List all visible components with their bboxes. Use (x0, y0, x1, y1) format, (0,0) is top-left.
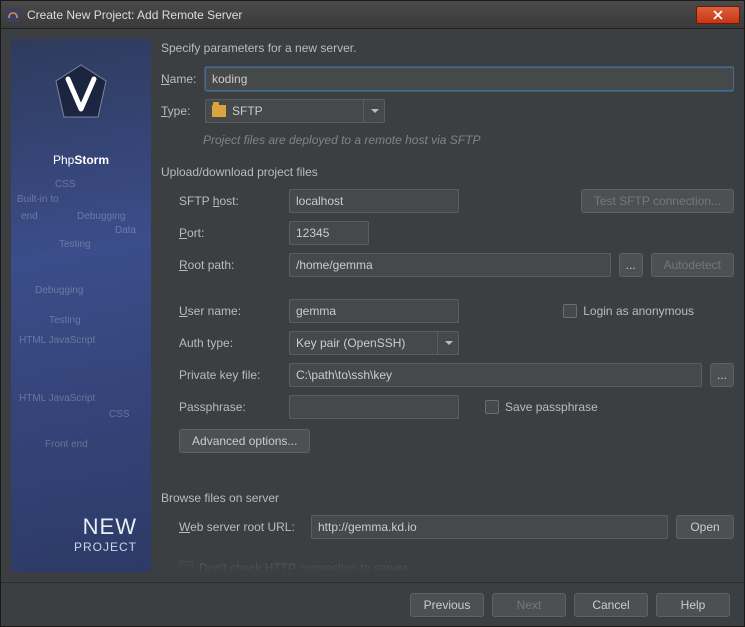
type-hint: Project files are deployed to a remote h… (203, 133, 734, 147)
save-passphrase-checkbox[interactable] (485, 400, 499, 414)
private-key-input[interactable] (289, 363, 702, 387)
chevron-down-icon[interactable] (437, 331, 459, 355)
anonymous-label: Login as anonymous (583, 304, 694, 318)
banner-tag: end (21, 211, 38, 222)
banner-tag: Front end (45, 439, 88, 450)
next-button[interactable]: Next (492, 593, 566, 617)
root-path-label: Root path: (179, 258, 289, 272)
sidebar-new-project: NEW PROJECT (74, 514, 137, 554)
form-area: Specify parameters for a new server. Nam… (161, 39, 734, 572)
auth-type-select[interactable] (289, 331, 459, 355)
web-root-input[interactable] (311, 515, 668, 539)
root-path-browse-button[interactable]: ... (619, 253, 643, 277)
intro-text: Specify parameters for a new server. (161, 41, 734, 55)
app-icon (5, 7, 21, 23)
cancel-button[interactable]: Cancel (574, 593, 648, 617)
close-button[interactable] (696, 6, 740, 24)
dialog-window: Create New Project: Add Remote Server CS… (0, 0, 745, 627)
port-label: Port: (179, 226, 289, 240)
open-button[interactable]: Open (676, 515, 734, 539)
dont-check-http-checkbox[interactable] (179, 561, 193, 572)
username-label: User name: (179, 304, 289, 318)
banner-tag: Testing (49, 315, 81, 326)
brand-storm: Storm (74, 153, 109, 167)
port-input[interactable] (289, 221, 369, 245)
save-passphrase-label: Save passphrase (505, 400, 598, 414)
type-select[interactable]: SFTP (205, 99, 385, 123)
sidebar-banner: CSS Built-in to end Debugging Data Testi… (11, 39, 151, 572)
brand-php: Php (53, 153, 74, 167)
banner-tag: Testing (59, 239, 91, 250)
test-connection-button[interactable]: Test SFTP connection... (581, 189, 734, 213)
phpstorm-logo-icon (46, 59, 116, 132)
dialog-footer: Previous Next Cancel Help (1, 582, 744, 626)
private-key-browse-button[interactable]: ... (710, 363, 734, 387)
name-input[interactable] (205, 67, 734, 91)
banner-tag: Debugging (35, 285, 83, 296)
banner-tag: HTML JavaScript (19, 335, 95, 346)
advanced-options-button[interactable]: Advanced options... (179, 429, 310, 453)
autodetect-button[interactable]: Autodetect (651, 253, 734, 277)
sftp-host-label: SFTP host: (179, 194, 289, 208)
titlebar: Create New Project: Add Remote Server (1, 1, 744, 29)
banner-tag: CSS (55, 179, 76, 190)
banner-tag: Built-in to (17, 194, 59, 205)
banner-tag: CSS (109, 409, 130, 420)
type-value: SFTP (232, 104, 263, 118)
web-root-label: Web server root URL: (179, 520, 311, 534)
root-path-input[interactable] (289, 253, 611, 277)
section-browse: Browse files on server (161, 491, 734, 505)
banner-tag: HTML JavaScript (19, 393, 95, 404)
username-input[interactable] (289, 299, 459, 323)
anonymous-checkbox[interactable] (563, 304, 577, 318)
help-button[interactable]: Help (656, 593, 730, 617)
auth-type-label: Auth type: (179, 336, 289, 350)
dont-check-http-label: Don't check HTTP connection to server (199, 561, 407, 572)
banner-tag: Data (115, 225, 136, 236)
private-key-label: Private key file: (179, 368, 289, 382)
sidebar-new-label: NEW (74, 514, 137, 540)
previous-button[interactable]: Previous (410, 593, 484, 617)
window-title: Create New Project: Add Remote Server (27, 8, 696, 22)
section-upload-download: Upload/download project files (161, 165, 734, 179)
dialog-body: CSS Built-in to end Debugging Data Testi… (1, 29, 744, 582)
passphrase-input[interactable] (289, 395, 459, 419)
sftp-icon (212, 105, 226, 117)
banner-tag: Debugging (77, 211, 125, 222)
passphrase-label: Passphrase: (179, 400, 289, 414)
sftp-host-input[interactable] (289, 189, 459, 213)
sidebar-project-label: PROJECT (74, 540, 137, 554)
phpstorm-logo-text: PhpStorm (11, 147, 151, 170)
chevron-down-icon[interactable] (363, 99, 385, 123)
